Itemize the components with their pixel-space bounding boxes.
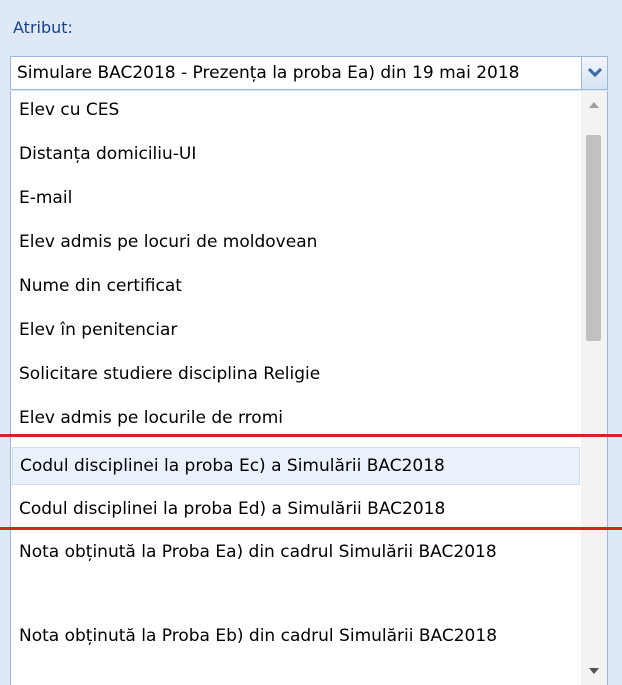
option-item[interactable]: Elev admis pe locurile de rromi bbox=[12, 407, 580, 429]
attribute-selected-value[interactable]: Simulare BAC2018 - Prezența la proba Ea)… bbox=[17, 62, 577, 84]
option-item[interactable]: Nota obținută la Proba Ea) din cadrul Si… bbox=[12, 538, 580, 566]
options-list[interactable]: Elev cu CES Distanța domiciliu-UI E-mail… bbox=[10, 91, 608, 685]
scroll-thumb[interactable] bbox=[586, 135, 601, 341]
option-item[interactable]: Codul disciplinei la proba Ed) a Simulăr… bbox=[12, 498, 580, 520]
option-item[interactable]: Distanța domiciliu-UI bbox=[12, 143, 580, 165]
arrow-down-icon bbox=[589, 668, 599, 674]
attribute-panel: Atribut: Simulare BAC2018 - Prezența la … bbox=[0, 0, 622, 685]
attribute-combobox[interactable]: Simulare BAC2018 - Prezența la proba Ea)… bbox=[10, 56, 608, 90]
option-item[interactable]: Elev în penitenciar bbox=[12, 319, 580, 341]
highlight-line-bottom bbox=[0, 527, 622, 530]
option-item[interactable]: Elev admis pe locuri de moldovean bbox=[12, 231, 580, 253]
option-item-hovered[interactable]: Codul disciplinei la proba Ec) a Simulăr… bbox=[12, 447, 580, 485]
highlight-line-top bbox=[0, 434, 622, 437]
arrow-up-icon bbox=[589, 102, 599, 108]
scroll-up-button[interactable] bbox=[581, 93, 607, 117]
option-item[interactable]: Solicitare studiere disciplina Religie bbox=[12, 363, 580, 385]
option-item[interactable]: Elev cu CES bbox=[12, 99, 580, 121]
attribute-label: Atribut: bbox=[13, 18, 73, 37]
option-item[interactable]: Nume din certificat bbox=[12, 275, 580, 297]
option-item[interactable]: Nota obținută la Proba Eb) din cadrul Si… bbox=[12, 622, 580, 650]
dropdown-trigger[interactable] bbox=[581, 57, 607, 89]
scroll-down-button[interactable] bbox=[581, 659, 607, 683]
list-scrollbar[interactable] bbox=[581, 91, 607, 685]
chevron-down-icon bbox=[587, 68, 602, 78]
option-item[interactable]: E-mail bbox=[12, 187, 580, 209]
